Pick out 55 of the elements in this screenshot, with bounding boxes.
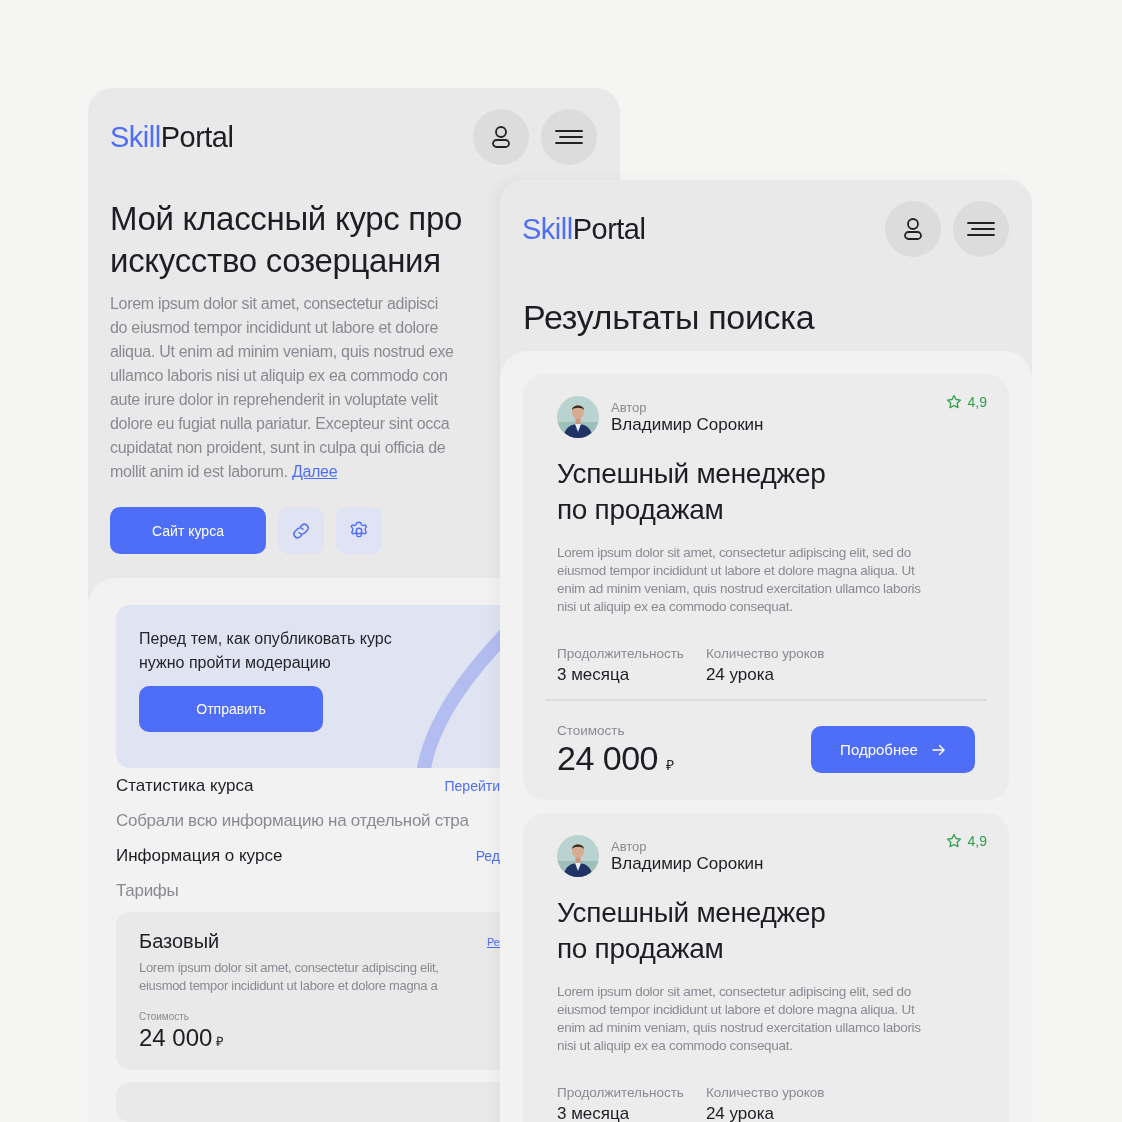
menu-icon <box>555 129 583 145</box>
link-button[interactable] <box>278 507 324 554</box>
stat-label: Продолжительность <box>557 1085 684 1100</box>
price-label: Стоимость <box>557 723 625 738</box>
section-link[interactable]: Ред <box>475 847 500 864</box>
tariff-name: Базовый <box>139 930 220 953</box>
section-title: Информация о курсе <box>116 845 283 866</box>
stat-value: 3 месяца <box>557 665 631 685</box>
rating-value: 4,9 <box>967 394 987 410</box>
stat-label: Продолжительность <box>557 646 684 661</box>
section-note: Тарифы <box>116 880 179 901</box>
stat-label: Количество уроков <box>705 1085 825 1100</box>
course-site-button[interactable]: Сайт курса <box>110 507 266 554</box>
rating-icon <box>945 394 962 410</box>
send-button[interactable]: Отправить <box>139 686 323 732</box>
stat-value: 24 урока <box>705 1104 776 1122</box>
price: 24 000 <box>139 1024 213 1052</box>
author-name: Владимир Сорокин <box>611 853 764 874</box>
course-title: Успешный менеджер по продажам <box>557 457 827 527</box>
logo: SkillPortal <box>110 120 234 154</box>
course-title: Успешный менеджер по продажам <box>557 896 827 966</box>
details-button[interactable]: Подробнее <box>811 726 975 773</box>
tariff-description: Lorem ipsum dolor sit amet, consectetur adipiscing elit, eiusmod tempor incididunt ut labore et dolore magna a <box>139 959 440 995</box>
stat-value: 24 урока <box>705 665 776 685</box>
course-description: Lorem ipsum dolor sit amet, consectetur adipiscing elit, sed do eiusmod tempor incididunt ut labore et dolore magna aliqua. Ut enim ad minim veniam, quis nostrud exercitation ullamco laboris nisi ut aliquip ex ea commodo consequat. <box>557 983 922 1055</box>
moderation-message: Перед тем, как опубликовать курс нужно пройти модерацию <box>139 629 393 673</box>
course-title: Мой классный курс про искусство созерцания <box>110 199 462 281</box>
stat-value: 3 месяца <box>557 1104 631 1122</box>
author-label: Автор <box>611 838 648 854</box>
menu-button[interactable] <box>953 201 1009 257</box>
course-description: Lorem ipsum dolor sit amet, consectetur adipisci do eiusmod tempor incididunt ut labore et dolore aliqua. Ut enim ad minim veniam, quis nostrud exe ullamco laboris nisi ut aliquip ex ea commodo con aute irure dolor in reprehenderit in voluptate velit dolore eu fugiat nulla pariatur. Excepteur sint occa cupidatat non proident, sunt in culpa qui officia de mollit anim id est laborum. Далее <box>110 294 454 482</box>
page-title: Результаты поиска <box>523 298 816 337</box>
author-label: Автор <box>611 399 648 415</box>
price: 24 000 <box>557 739 658 778</box>
user-icon <box>902 217 924 241</box>
menu-icon <box>967 221 995 237</box>
rating-icon <box>945 833 962 849</box>
settings-button[interactable] <box>336 507 382 554</box>
logo: SkillPortal <box>522 212 646 246</box>
user-icon <box>490 125 512 149</box>
profile-button[interactable] <box>885 201 941 257</box>
section-link[interactable]: Перейти <box>444 777 500 794</box>
arrow-right-icon <box>931 743 946 756</box>
currency-sign: ₽ <box>666 756 674 774</box>
rating-value: 4,9 <box>967 833 987 849</box>
edit-link[interactable]: Ре <box>487 935 500 948</box>
currency-sign: ₽ <box>216 1033 225 1050</box>
section-note: Собрали всю информацию на отдельной стра <box>116 810 469 831</box>
stat-label: Количество уроков <box>705 646 825 661</box>
menu-button[interactable] <box>541 109 597 165</box>
more-link[interactable]: Далее <box>291 463 338 480</box>
course-description: Lorem ipsum dolor sit amet, consectetur adipiscing elit, sed do eiusmod tempor incididunt ut labore et dolore magna aliqua. Ut enim ad minim veniam, quis nostrud exercitation ullamco laboris nisi ut aliquip ex ea commodo consequat. <box>557 544 922 616</box>
price-label: Стоимость <box>139 1011 190 1022</box>
author-name: Владимир Сорокин <box>611 414 764 435</box>
section-title: Статистика курса <box>116 775 254 796</box>
